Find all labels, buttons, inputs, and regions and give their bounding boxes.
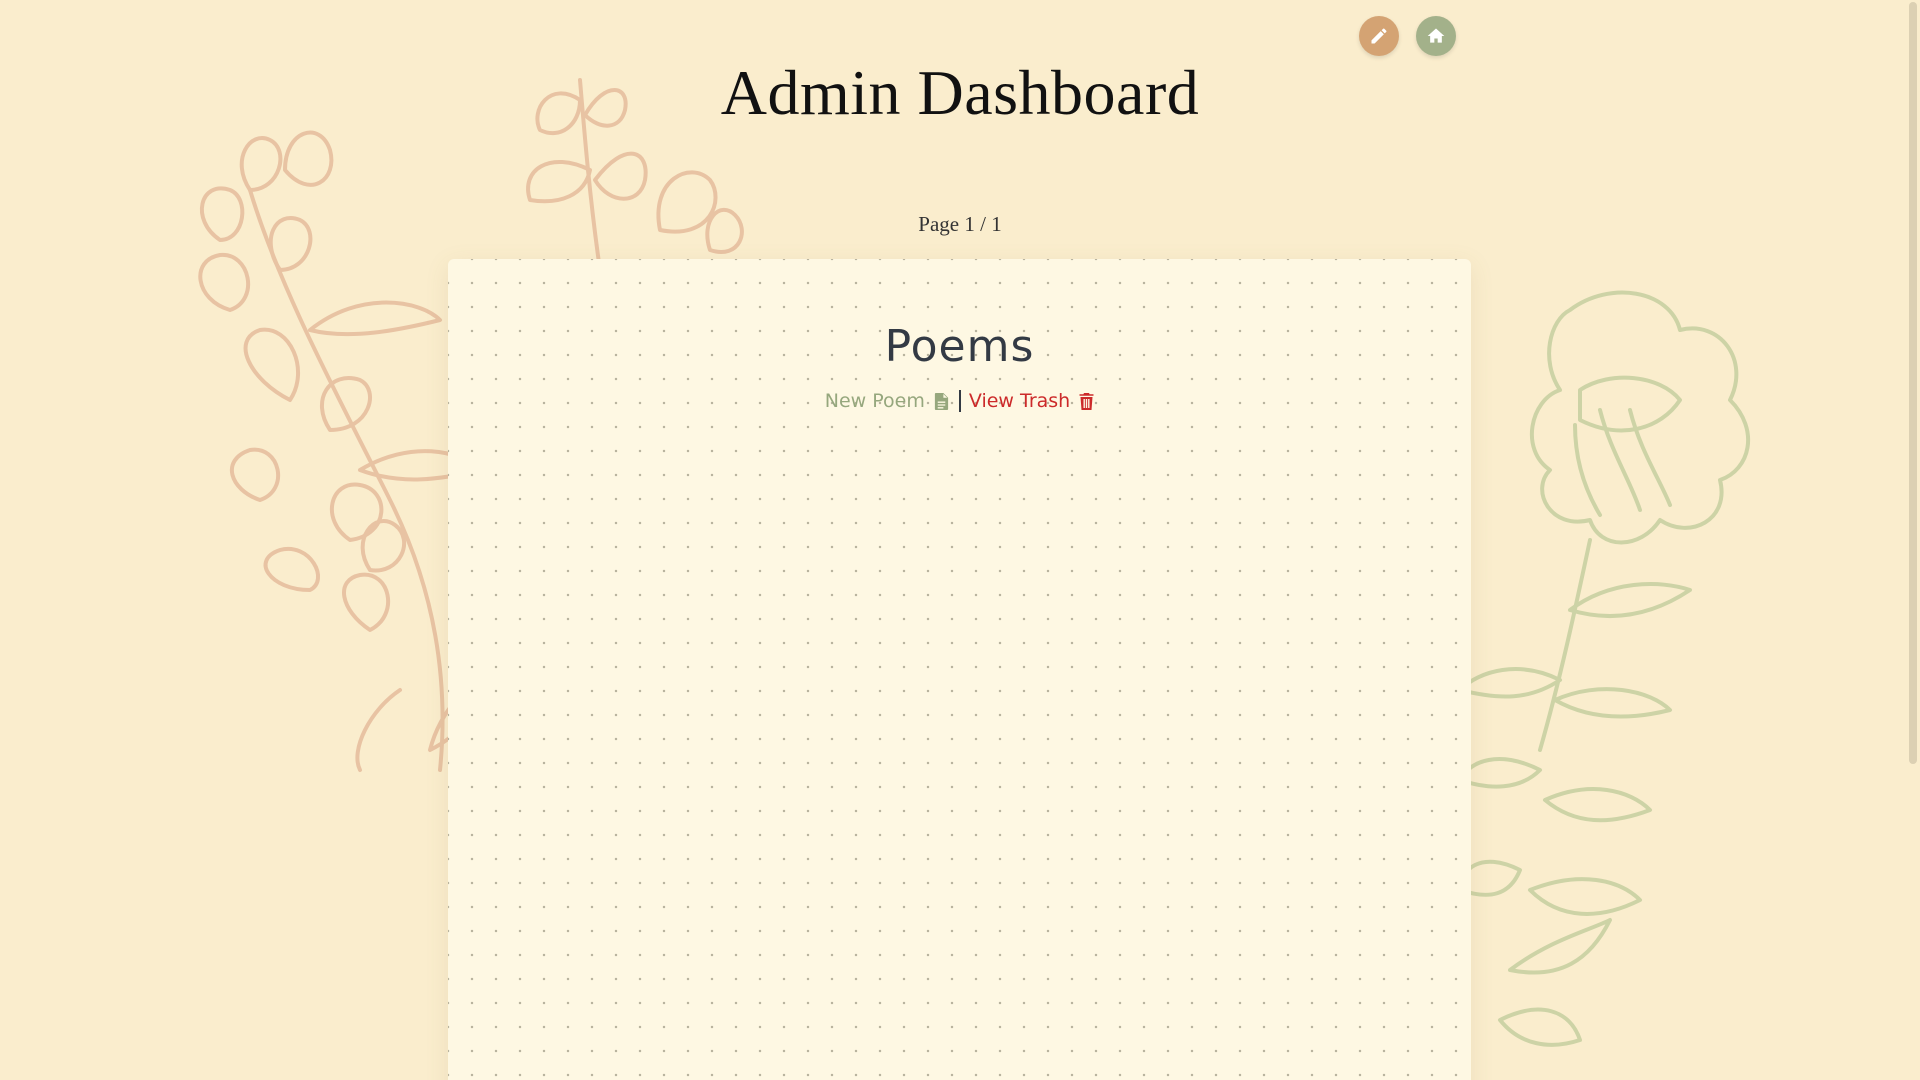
- floral-right-illustration: [1460, 290, 1750, 1047]
- page-indicator: Page 1 / 1: [918, 212, 1002, 236]
- poems-heading: Poems: [884, 321, 1035, 372]
- trash-icon: [1079, 392, 1094, 410]
- page-title: Admin Dashboard: [720, 57, 1200, 128]
- edit-button[interactable]: [1359, 16, 1399, 56]
- home-icon: [1427, 28, 1445, 43]
- new-poem-label: New Poem: [824, 390, 925, 412]
- view-trash-label: View Trash: [968, 390, 1071, 412]
- poems-actions: New Poem View Trash: [448, 390, 1471, 412]
- home-button[interactable]: [1416, 16, 1456, 56]
- file-icon: [934, 392, 948, 410]
- view-trash-link[interactable]: View Trash: [969, 390, 1094, 412]
- page-scrollbar[interactable]: [1909, 2, 1917, 764]
- pencil-icon: [1371, 28, 1387, 44]
- actions-separator: [958, 390, 961, 412]
- dashboard-page: Admin Dashboard Page 1 / 1 Poems New Poe…: [0, 0, 1920, 1080]
- poems-card: Poems New Poem View Trash: [448, 259, 1471, 1080]
- new-poem-link[interactable]: New Poem: [825, 390, 949, 412]
